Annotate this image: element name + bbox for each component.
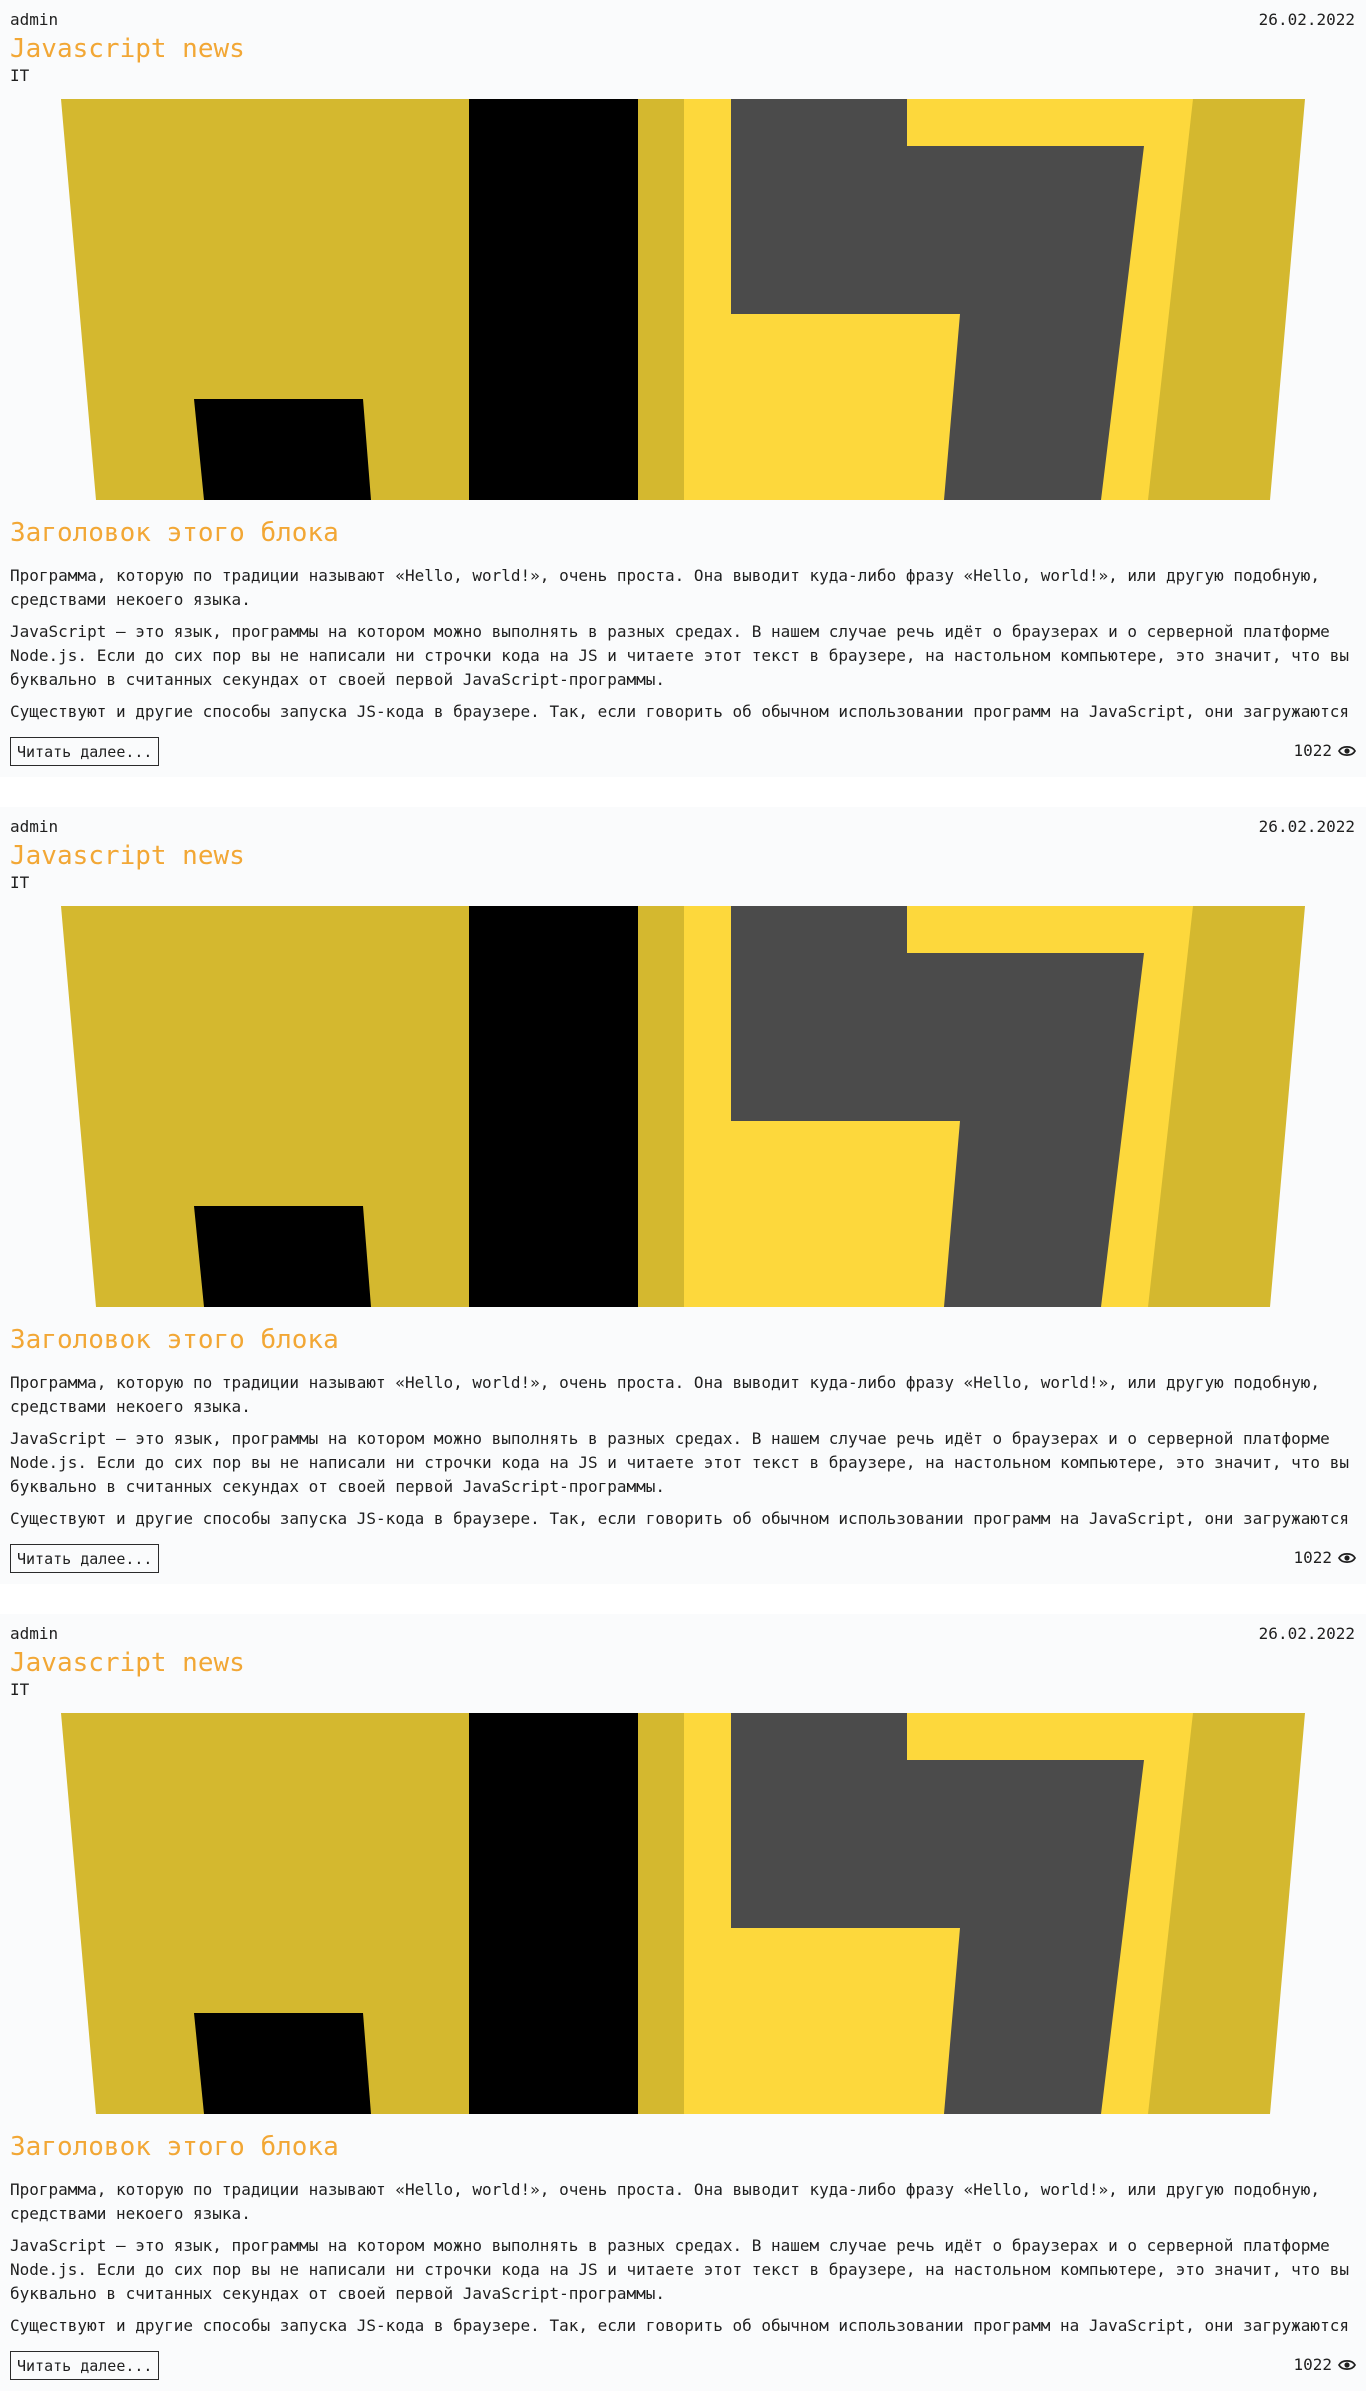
post-date: 26.02.2022 <box>1258 10 1355 29</box>
post-paragraph: Программа, которую по традиции называют … <box>10 1373 1321 1416</box>
post-subtitle: Заголовок этого блока <box>10 1325 339 1355</box>
post-card: admin 26.02.2022 Javascript news IT Заго… <box>0 1614 1366 2391</box>
eye-icon <box>1338 744 1356 758</box>
post-body: Программа, которую по традиции называют … <box>10 2178 1356 2336</box>
post-author[interactable]: admin <box>10 10 58 30</box>
post-author[interactable]: admin <box>10 817 58 837</box>
post-paragraph: Программа, которую по традиции называют … <box>10 566 1321 609</box>
post-category[interactable]: IT <box>10 873 29 893</box>
views-count: 1022 <box>1293 1548 1332 1567</box>
read-more-button[interactable]: Читать далее... <box>10 737 160 766</box>
post-paragraph: JavaScript — это язык, программы на кото… <box>10 2236 1349 2303</box>
post-subtitle: Заголовок этого блока <box>10 2132 339 2162</box>
post-card: admin 26.02.2022 Javascript news IT Заго… <box>0 807 1366 1584</box>
post-paragraph: Программа, которую по традиции называют … <box>10 2180 1321 2223</box>
post-author[interactable]: admin <box>10 1624 58 1644</box>
post-image <box>61 99 1305 500</box>
javascript-logo-icon <box>61 99 1305 500</box>
post-image <box>61 906 1305 1307</box>
views-counter: 1022 <box>1293 739 1356 763</box>
post-body: Программа, которую по традиции называют … <box>10 564 1356 722</box>
post-paragraph: Существуют и другие способы запуска JS-к… <box>10 1509 1349 1528</box>
views-count: 1022 <box>1293 2355 1332 2374</box>
post-title[interactable]: Javascript news <box>10 840 245 872</box>
post-body: Программа, которую по традиции называют … <box>10 1371 1356 1529</box>
post-paragraph: Существуют и другие способы запуска JS-к… <box>10 702 1349 721</box>
post-category[interactable]: IT <box>10 66 29 86</box>
javascript-logo-icon <box>61 1713 1305 2114</box>
post-paragraph: JavaScript — это язык, программы на кото… <box>10 1429 1349 1496</box>
post-category[interactable]: IT <box>10 1680 29 1700</box>
posts-feed: admin 26.02.2022 Javascript news IT Заго… <box>0 0 1366 2391</box>
post-paragraph: JavaScript — это язык, программы на кото… <box>10 622 1349 689</box>
views-count: 1022 <box>1293 741 1332 760</box>
eye-icon <box>1338 1551 1356 1565</box>
post-title[interactable]: Javascript news <box>10 1647 245 1679</box>
post-paragraph: Существуют и другие способы запуска JS-к… <box>10 2316 1349 2335</box>
read-more-button[interactable]: Читать далее... <box>10 1544 160 1573</box>
post-subtitle: Заголовок этого блока <box>10 518 339 548</box>
post-image <box>61 1713 1305 2114</box>
post-date: 26.02.2022 <box>1258 817 1355 836</box>
views-counter: 1022 <box>1293 2353 1356 2377</box>
post-title[interactable]: Javascript news <box>10 33 245 65</box>
javascript-logo-icon <box>61 906 1305 1307</box>
post-card: admin 26.02.2022 Javascript news IT Заго… <box>0 0 1366 777</box>
read-more-button[interactable]: Читать далее... <box>10 2351 160 2380</box>
eye-icon <box>1338 2358 1356 2372</box>
post-date: 26.02.2022 <box>1258 1624 1355 1643</box>
views-counter: 1022 <box>1293 1546 1356 1570</box>
